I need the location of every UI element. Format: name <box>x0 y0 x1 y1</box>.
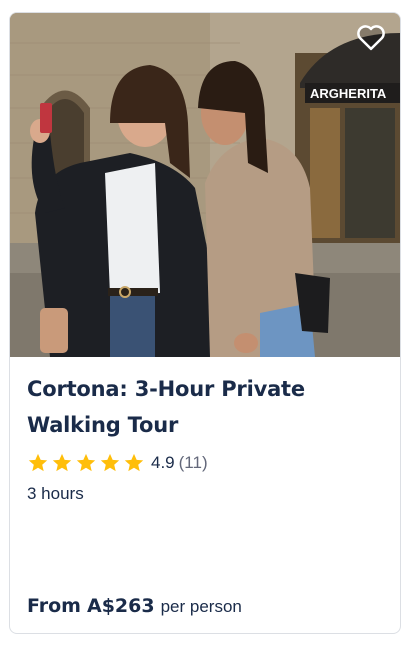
card-body: Cortona: 3-Hour Private Walking Tour 4.9… <box>10 357 400 504</box>
review-count: (11) <box>178 453 208 472</box>
shop-sign-text: ARGHERITA <box>310 86 387 101</box>
price-amount: A$263 <box>87 595 155 617</box>
activity-card[interactable]: ARGHERITA Cortona: 3-Hour Private Walkin… <box>9 12 401 634</box>
star-icon <box>52 453 72 472</box>
photo-illustration: ARGHERITA <box>10 13 400 357</box>
price: From A$263 per person <box>27 595 242 617</box>
activity-photo[interactable]: ARGHERITA <box>10 13 400 357</box>
wishlist-button[interactable] <box>356 23 390 57</box>
activity-duration: 3 hours <box>27 484 84 503</box>
star-icon <box>124 453 144 472</box>
price-from-label: From <box>27 595 81 617</box>
rating: 4.9 (11) <box>27 451 383 475</box>
star-icon <box>76 453 96 472</box>
star-icon <box>28 453 48 472</box>
heart-icon <box>357 25 385 51</box>
price-unit: per person <box>160 597 242 616</box>
star-icon <box>100 453 120 472</box>
activity-title[interactable]: Cortona: 3-Hour Private Walking Tour <box>27 371 383 443</box>
rating-stars <box>27 452 145 474</box>
rating-value: 4.9 <box>151 453 175 472</box>
